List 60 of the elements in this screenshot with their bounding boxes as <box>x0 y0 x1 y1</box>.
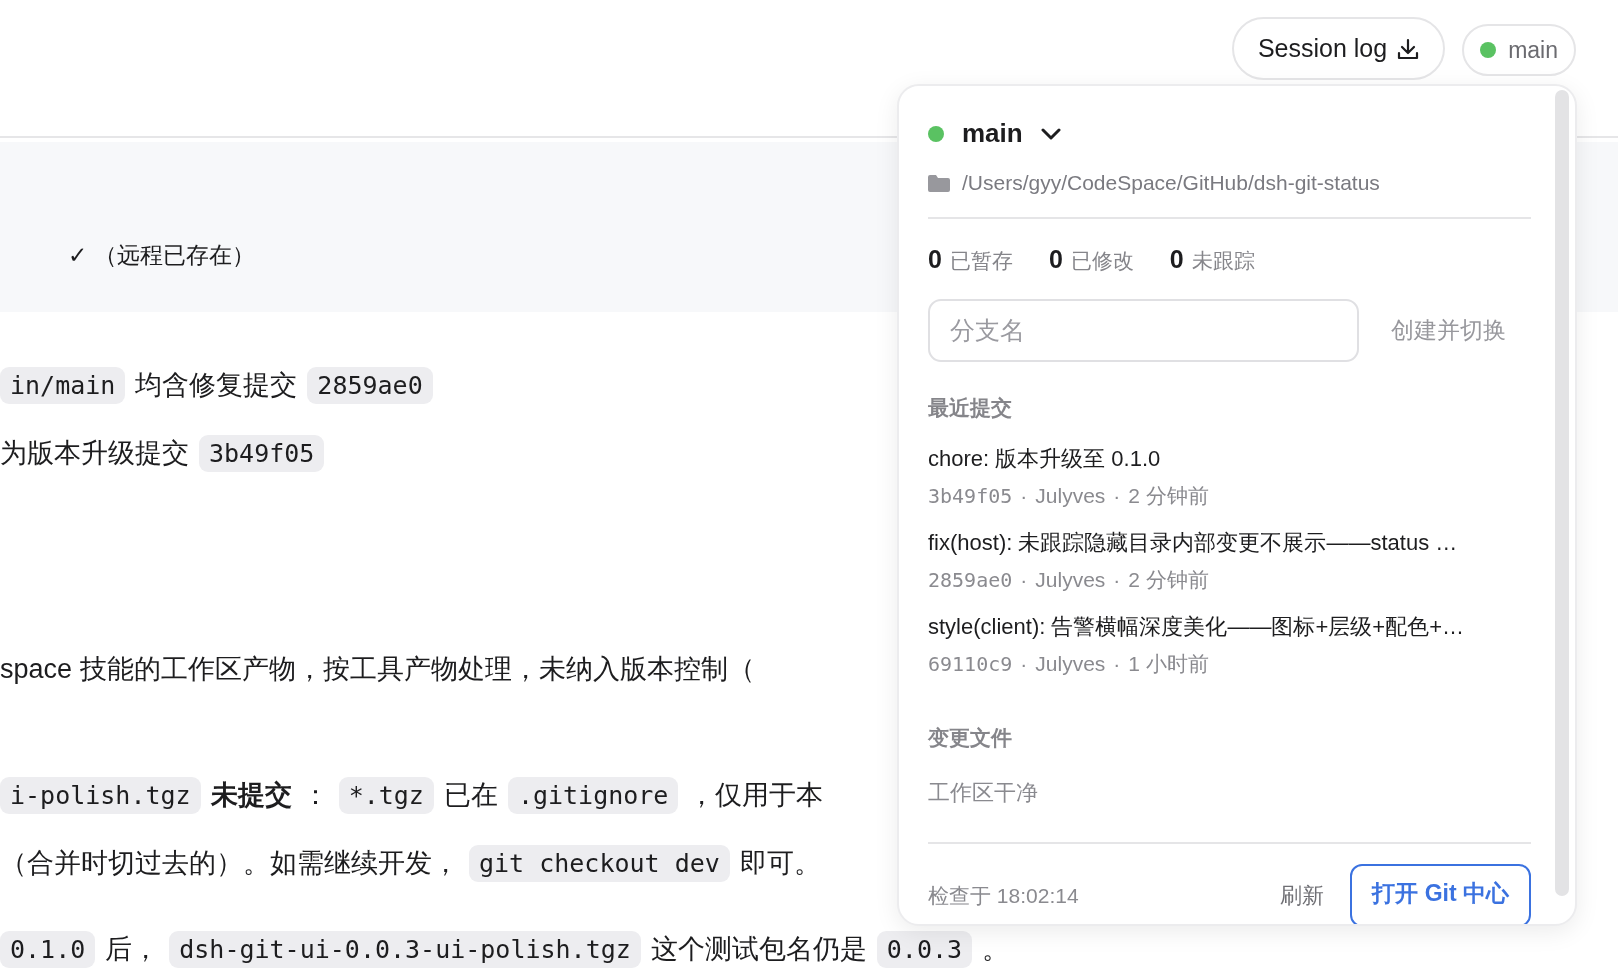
body-text: 后， <box>105 933 160 966</box>
separator-dot: · <box>1113 484 1121 507</box>
checked-time: 检查于 18:02:14 <box>928 882 1080 909</box>
open-git-center-button[interactable]: 打开 Git 中心 <box>1350 864 1531 924</box>
repo-path: /Users/gyy/CodeSpace/GitHub/dsh-git-status <box>962 171 1380 195</box>
body-text: 为版本升级提交 <box>0 437 189 470</box>
body-text: （合并时切过去的）。如需继续开发， <box>0 847 459 880</box>
session-log-button[interactable]: Session log <box>1231 17 1446 80</box>
branch-badge[interactable]: main <box>1462 24 1576 76</box>
empty-state-text: 工作区干净 <box>928 778 1531 844</box>
branch-name-field[interactable]: 分支名 <box>928 299 1359 362</box>
section-title: 变更文件 <box>928 725 1013 751</box>
body-text: 均含修复提交 <box>135 369 298 402</box>
refresh-button[interactable]: 刷新 <box>1280 880 1325 911</box>
commit-message[interactable]: chore: 版本升级至 0.1.0 <box>928 444 1531 474</box>
separator-dot: · <box>1020 568 1028 591</box>
branch-label: main <box>1508 36 1558 64</box>
branch-selector[interactable]: main <box>928 118 1061 149</box>
body-text: 。 <box>982 933 1010 966</box>
status-count: 0 已修改 <box>1048 245 1134 275</box>
inline-code: in/main <box>0 366 126 404</box>
separator-dot: · <box>1020 652 1028 675</box>
body-text: 这个测试包名仍是 <box>650 933 867 966</box>
separator-dot: · <box>1113 652 1121 675</box>
commit-message[interactable]: style(client): 告警横幅深度美化——图标+层级+配色+… <box>928 612 1531 642</box>
code-line: ✓ （远程已存在） <box>68 242 255 268</box>
inline-code: 2859ae0 <box>307 366 433 404</box>
separator-dot: · <box>1020 484 1028 507</box>
inline-code: 3b49f05 <box>199 434 325 472</box>
inline-code: 0.1.0 <box>0 930 96 968</box>
body-text: 已在 <box>443 779 498 812</box>
commit-author: Julyves <box>1035 484 1106 507</box>
inline-code: dsh-git-ui-0.0.3-ui-polish.tgz <box>169 930 641 968</box>
commit-time: 2 分钟前 <box>1128 484 1209 507</box>
commit-hash: 2859ae0 <box>928 568 1013 592</box>
commit-author: Julyves <box>1035 568 1106 591</box>
inline-code: git checkout dev <box>469 844 730 882</box>
inline-code: .gitignore <box>507 776 679 814</box>
inline-code: i-polish.tgz <box>0 776 201 814</box>
separator-dot: · <box>1113 568 1121 591</box>
commit-time: 2 分钟前 <box>1128 568 1209 591</box>
inline-code: *.tgz <box>338 776 434 814</box>
section-title: 最近提交 <box>928 395 1013 421</box>
inline-code: 0.0.3 <box>876 930 973 968</box>
chevron-down-icon <box>1040 126 1061 141</box>
body-text: ： <box>301 779 329 812</box>
commit-author: Julyves <box>1035 652 1106 675</box>
body-text: 即可。 <box>739 847 821 880</box>
folder-icon <box>928 174 950 192</box>
commit-hash: 3b49f05 <box>928 484 1013 508</box>
status-count: 0 已暂存 <box>928 245 1013 275</box>
commit-hash: 69110c9 <box>928 652 1013 676</box>
commit-time: 1 小时前 <box>1128 652 1209 675</box>
download-icon <box>1397 37 1420 60</box>
scrollbar[interactable] <box>1555 90 1569 896</box>
status-count: 0 未跟踪 <box>1169 245 1255 275</box>
body-text: space 技能的工作区产物，按工具产物处理，未纳入版本控制（ <box>0 653 755 686</box>
bold-text: 未提交 <box>210 779 292 812</box>
commit-message[interactable]: fix(host): 未跟踪隐藏目录内部变更不展示——status … <box>928 528 1531 558</box>
body-text: ，仅用于本 <box>688 779 824 812</box>
